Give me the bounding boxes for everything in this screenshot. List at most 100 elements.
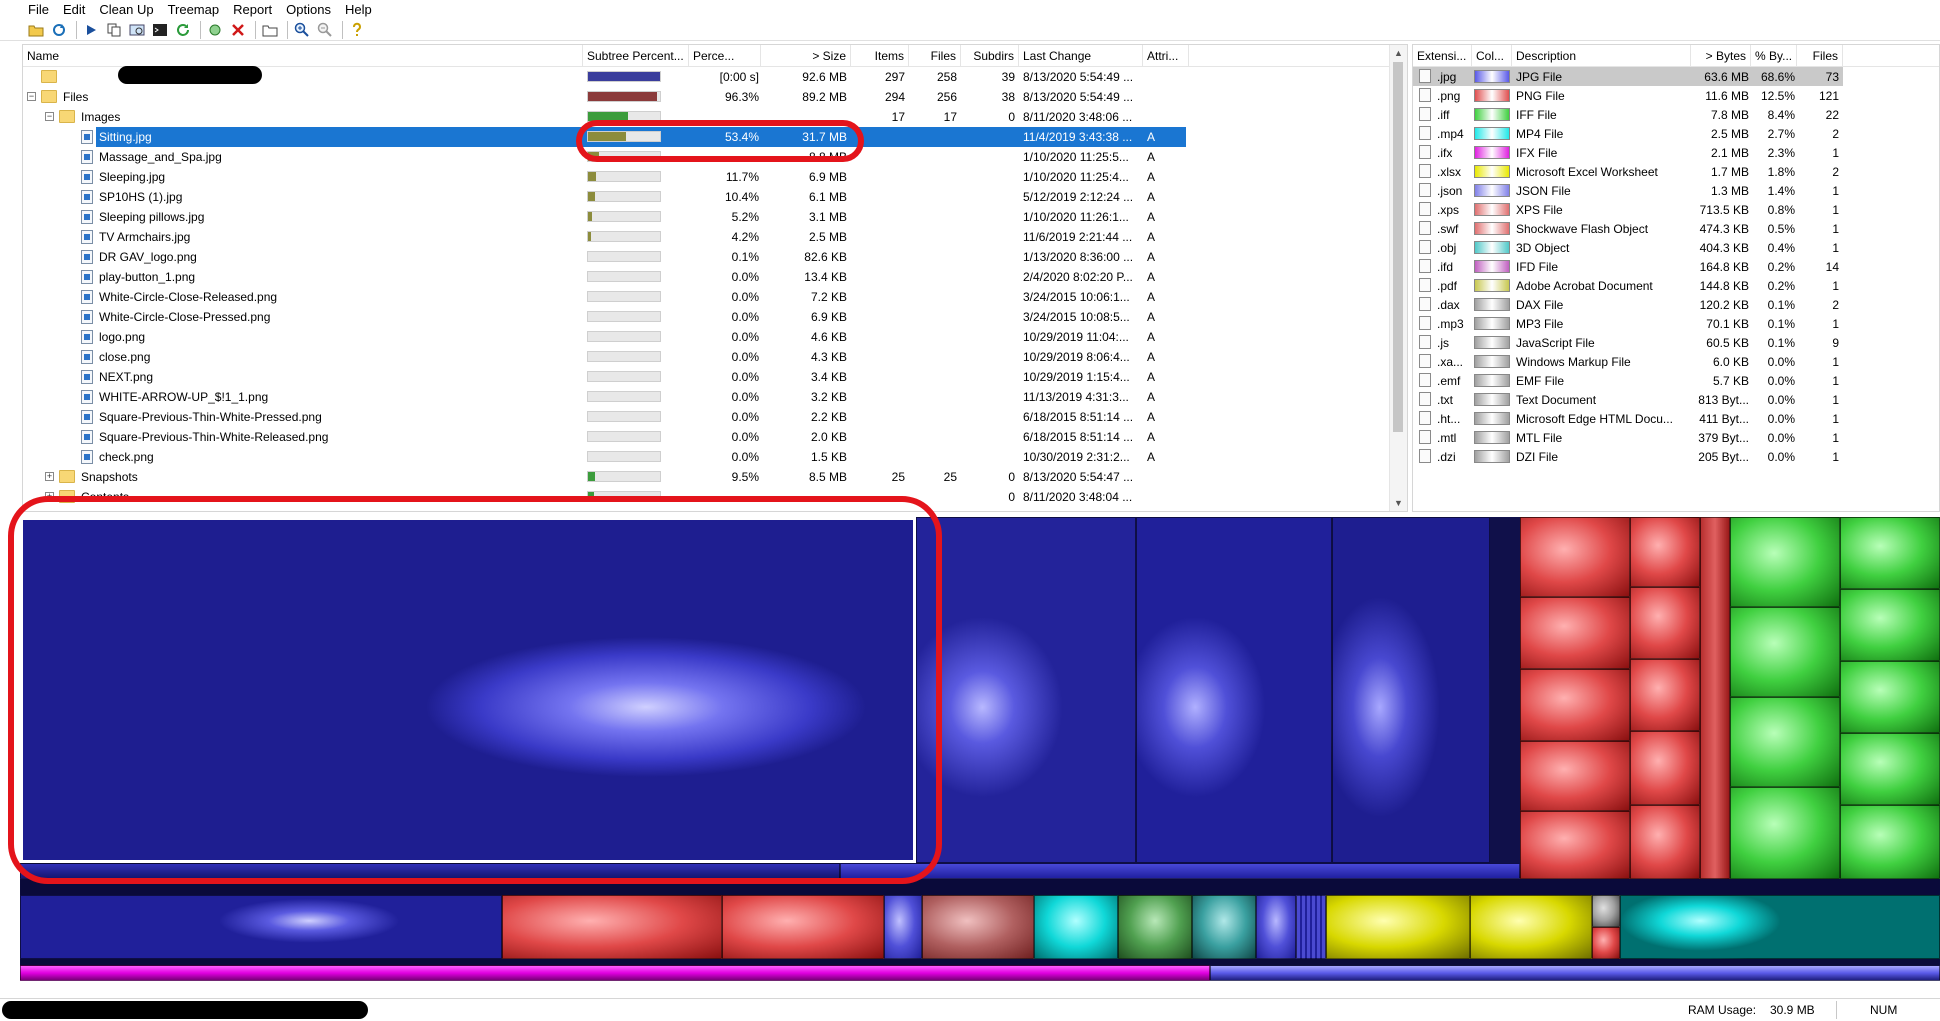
col-header-description[interactable]: Description [1512,45,1691,67]
extension-list[interactable]: Extensi... Col... Description > Bytes % … [1412,44,1940,512]
treemap-block-iff[interactable] [1840,805,1940,879]
extension-row[interactable]: .obj 3D Object 404.3 KB 0.4% 1 [1413,238,1939,257]
extension-row[interactable]: .dax DAX File 120.2 KB 0.1% 2 [1413,295,1939,314]
col-header-bytes[interactable]: > Bytes [1691,45,1751,67]
treemap-block-jpg[interactable] [20,863,840,879]
tree-row-file[interactable]: Massage_and_Spa.jpg 8.8 MB 1/10/2020 11:25… [23,147,1389,167]
treemap-block-iff[interactable] [1730,607,1840,697]
copy-icon[interactable] [104,20,124,40]
extension-row[interactable]: .ifd IFD File 164.8 KB 0.2% 14 [1413,257,1939,276]
col-header-percent-bytes[interactable]: % By... [1751,45,1797,67]
delete-icon[interactable] [228,20,248,40]
treemap-block-js[interactable] [1296,895,1326,959]
extension-row[interactable]: .xlsx Microsoft Excel Worksheet 1.7 MB 1.8%… [1413,162,1939,181]
tree-row-folder[interactable]: − Images 17 17 0 8/11/2020 3:48:06 ... [23,107,1389,127]
extension-row[interactable]: .ht... Microsoft Edge HTML Docu... 411 Byt… [1413,409,1939,428]
extension-row[interactable]: .dzi DZI File 205 Byt... 0.0% 1 [1413,447,1939,466]
menu-help[interactable]: Help [345,2,372,17]
col-header-files[interactable]: Files [1797,45,1843,67]
treemap-block-iff[interactable] [1118,895,1192,959]
menu-treemap[interactable]: Treemap [168,2,220,17]
extension-row[interactable]: .mp4 MP4 File 2.5 MB 2.7% 2 [1413,124,1939,143]
treemap-block-png[interactable] [1520,597,1630,669]
treemap-block-jpg[interactable] [884,895,922,959]
treemap-block-mp4[interactable] [1620,895,1940,959]
expand-toggle-icon[interactable]: − [27,92,36,101]
extension-row[interactable]: .mtl MTL File 379 Byt... 0.0% 1 [1413,428,1939,447]
col-header-attributes[interactable]: Attri... [1143,45,1189,67]
treemap-block-iff[interactable] [1840,589,1940,661]
treemap-block-xlsx[interactable] [1326,895,1470,959]
open-icon[interactable] [26,20,46,40]
tree-row-file[interactable]: close.png 0.0% 4.3 KB 10/29/2019 8:06:4... A [23,347,1389,367]
tree-row-file[interactable]: TV Armchairs.jpg 4.2% 2.5 MB 11/6/2019 2:21… [23,227,1389,247]
scroll-thumb[interactable] [1393,62,1403,432]
treemap-block-png[interactable] [1630,517,1700,587]
col-header-subdirs[interactable]: Subdirs [961,45,1019,67]
menu-edit[interactable]: Edit [63,2,85,17]
treemap-block-png[interactable] [722,895,884,959]
treemap-block-png[interactable] [1630,805,1700,879]
extension-row[interactable]: .jpg JPG File 63.6 MB 68.6% 73 [1413,67,1939,86]
treemap[interactable] [20,517,1940,992]
treemap-block-jpg[interactable] [1210,965,1940,981]
col-header-files[interactable]: Files [909,45,961,67]
col-header-color[interactable]: Col... [1472,45,1512,67]
treemap-block-jpg[interactable] [840,863,1520,879]
tree-row-file[interactable]: NEXT.png 0.0% 3.4 KB 10/29/2019 1:15:4... A [23,367,1389,387]
treemap-block-mp4[interactable] [1034,895,1118,959]
treemap-block-dax[interactable] [1592,895,1620,927]
directory-tree-list[interactable]: Name Subtree Percent... Perce... > Size … [22,44,1408,512]
extension-row[interactable]: .iff IFF File 7.8 MB 8.4% 22 [1413,105,1939,124]
expand-toggle-icon[interactable]: + [45,492,54,501]
clean-icon[interactable] [205,20,225,40]
expand-toggle-icon[interactable]: − [45,112,54,121]
expand-toggle-icon[interactable]: + [45,472,54,481]
extension-row[interactable]: .xa... Windows Markup File 6.0 KB 0.0% 1 [1413,352,1939,371]
treemap-block-sitting-jpg[interactable] [20,517,916,863]
col-header-subtree-percent[interactable]: Subtree Percent... [583,45,689,67]
treemap-block-iff[interactable] [1730,517,1840,607]
tree-row-file[interactable]: logo.png 0.0% 4.6 KB 10/29/2019 11:04:... A [23,327,1389,347]
menu-clean-up[interactable]: Clean Up [99,2,153,17]
command-prompt-icon[interactable] [150,20,170,40]
treemap-block-xlsx[interactable] [1470,895,1592,959]
menu-report[interactable]: Report [233,2,272,17]
treemap-block-jpg[interactable] [20,895,502,959]
zoom-out-icon[interactable] [315,20,335,40]
treemap-block-png[interactable] [1520,811,1630,879]
treemap-block-png[interactable] [1520,741,1630,811]
tree-row-file[interactable]: Sitting.jpg 53.4% 31.7 MB 11/4/2019 3:43:38… [23,127,1389,147]
treemap-block-obj[interactable] [1192,895,1256,959]
tree-row-file[interactable]: check.png 0.0% 1.5 KB 10/30/2019 2:31:2... A [23,447,1389,467]
extension-row[interactable]: .pdf Adobe Acrobat Document 144.8 KB 0.2% 1 [1413,276,1939,295]
extension-row[interactable]: .xps XPS File 713.5 KB 0.8% 1 [1413,200,1939,219]
new-folder-icon[interactable] [260,20,280,40]
tree-row-file[interactable]: DR GAV_logo.png 0.1% 82.6 KB 1/13/2020 8:36… [23,247,1389,267]
treemap-block-png[interactable] [1630,659,1700,731]
tree-row-file[interactable]: White-Circle-Close-Pressed.png 0.0% 6.9 KB… [23,307,1389,327]
col-header-last-change[interactable]: Last Change [1019,45,1143,67]
scroll-down-icon[interactable]: ▼ [1390,495,1407,511]
extension-row[interactable]: .txt Text Document 813 Byt... 0.0% 1 [1413,390,1939,409]
col-header-percent[interactable]: Perce... [689,45,761,67]
extension-row[interactable]: .png PNG File 11.6 MB 12.5% 121 [1413,86,1939,105]
treemap-block-json[interactable] [1256,895,1296,959]
treemap-block-jpg[interactable] [1332,517,1490,863]
extension-row[interactable]: .mp3 MP3 File 70.1 KB 0.1% 1 [1413,314,1939,333]
tree-row-file[interactable]: Sleeping pillows.jpg 5.2% 3.1 MB 1/10/2020 … [23,207,1389,227]
explorer-icon[interactable] [127,20,147,40]
tree-row-file[interactable]: WHITE-ARROW-UP_$!1_1.png 0.0% 3.2 KB 11/13/… [23,387,1389,407]
menu-options[interactable]: Options [286,2,331,17]
menu-file[interactable]: File [28,2,49,17]
col-header-name[interactable]: Name [23,45,583,67]
treemap-block-png[interactable] [1700,517,1730,879]
zoom-in-icon[interactable] [292,20,312,40]
extension-row[interactable]: .emf EMF File 5.7 KB 0.0% 1 [1413,371,1939,390]
treemap-block-png[interactable] [1630,587,1700,659]
tree-row-file[interactable]: Square-Previous-Thin-White-Pressed.png 0.… [23,407,1389,427]
treemap-block-ifx[interactable] [20,965,1210,981]
treemap-block-iff[interactable] [1730,697,1840,787]
tree-row-file[interactable]: Sleeping.jpg 11.7% 6.9 MB 1/10/2020 11:25:4… [23,167,1389,187]
tree-row-file[interactable]: Square-Previous-Thin-White-Released.png 0… [23,427,1389,447]
